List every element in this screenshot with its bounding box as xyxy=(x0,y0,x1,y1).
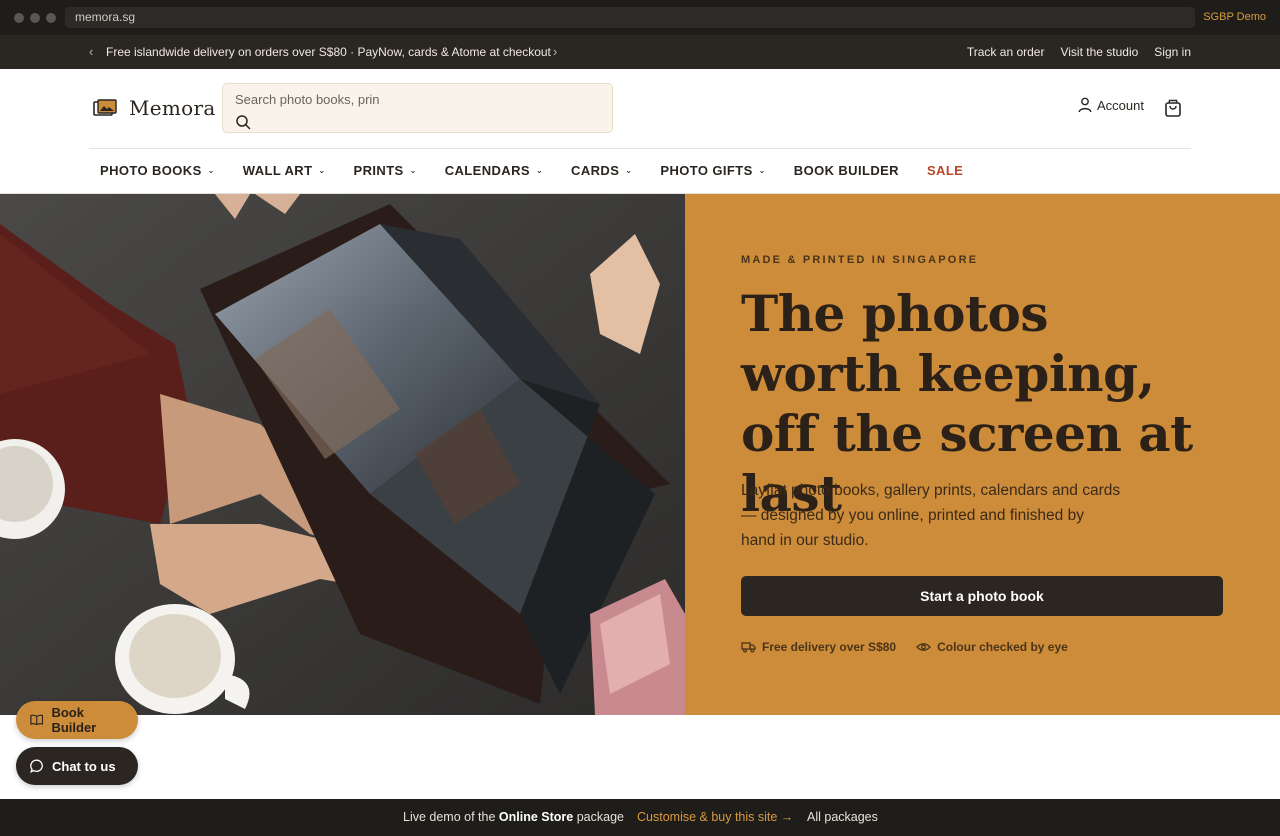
brand-name: Memora xyxy=(129,96,216,120)
announcement-bar: ‹ Free islandwide delivery on orders ove… xyxy=(0,35,1280,69)
chevron-down-icon: ⌄ xyxy=(758,166,766,175)
chevron-down-icon: ⌄ xyxy=(318,166,326,175)
maximize-window-dot[interactable] xyxy=(46,12,56,23)
nav-item-book-builder[interactable]: BOOK BUILDER xyxy=(794,163,899,178)
brand-logo[interactable]: Memora xyxy=(93,96,216,120)
demo-bar: Live demo of the Online Store package Cu… xyxy=(0,799,1280,836)
utility-links: Track an order Visit the studio Sign in xyxy=(967,45,1191,59)
demo-bar-text: Live demo of the Online Store package xyxy=(403,810,624,824)
account-link[interactable]: Account xyxy=(1078,97,1144,113)
hero-panel: MADE & PRINTED IN SINGAPORE The photos w… xyxy=(685,194,1280,715)
nav-item-wall-art[interactable]: WALL ART ⌄ xyxy=(243,163,326,178)
nav-item-cards[interactable]: CARDS ⌄ xyxy=(571,163,632,178)
all-packages-link[interactable]: All packages xyxy=(807,810,878,824)
chevron-down-icon: ⌄ xyxy=(535,166,544,175)
nav-item-sale[interactable]: SALE xyxy=(927,163,963,178)
hero-photo xyxy=(0,194,685,715)
address-bar[interactable]: memora.sg xyxy=(65,7,1195,28)
announcement-prev-arrow[interactable]: ‹ xyxy=(89,44,93,59)
eye-icon xyxy=(916,643,932,651)
shopping-bag-icon[interactable] xyxy=(1164,99,1182,117)
photo-album-illustration xyxy=(0,194,685,715)
demo-package-name: Online Store xyxy=(498,810,574,824)
search-box[interactable] xyxy=(222,83,613,133)
chat-label: Chat to us xyxy=(52,758,116,774)
announcement-next-arrow[interactable]: › xyxy=(553,44,557,59)
hero-eyebrow: MADE & PRINTED IN SINGAPORE xyxy=(741,254,979,266)
chat-floating-button[interactable]: Chat to us xyxy=(16,747,138,785)
book-builder-floating-button[interactable]: Book Builder xyxy=(16,701,138,739)
perk-free-delivery-label: Free delivery over S$80 xyxy=(762,640,897,654)
nav-item-calendars[interactable]: CALENDARS ⌄ xyxy=(445,163,543,178)
perk-colour-checked: Colour checked by eye xyxy=(916,640,1068,654)
hero-description: Layflat photo books, gallery prints, cal… xyxy=(741,482,1121,549)
announcement-message: Free islandwide delivery on orders over … xyxy=(106,45,551,59)
chevron-down-icon: ⌄ xyxy=(409,166,417,175)
hero-perks: Free delivery over S$80 Colour checked b… xyxy=(741,640,1068,654)
start-photo-book-button[interactable]: Start a photo book xyxy=(741,576,1223,616)
visit-studio-link[interactable]: Visit the studio xyxy=(1060,45,1138,59)
delivery-truck-icon xyxy=(741,642,756,653)
customise-buy-link[interactable]: Customise & buy this site → xyxy=(637,810,793,824)
open-book-icon xyxy=(30,714,44,726)
search-input[interactable] xyxy=(235,92,595,107)
photo-frame-logo-icon xyxy=(93,99,117,116)
chat-bubble-icon xyxy=(30,759,43,773)
chevron-down-icon: ⌄ xyxy=(207,166,215,175)
close-window-dot[interactable] xyxy=(14,12,24,23)
search-icon[interactable] xyxy=(235,114,251,130)
chevron-down-icon: ⌄ xyxy=(625,166,633,175)
nav-item-prints[interactable]: PRINTS ⌄ xyxy=(354,163,417,178)
main-nav: PHOTO BOOKS ⌄ WALL ART ⌄ PRINTS ⌄ CALENDARS… xyxy=(0,149,1280,194)
nav-item-photo-books[interactable]: PHOTO BOOKS ⌄ xyxy=(100,163,215,178)
minimize-window-dot[interactable] xyxy=(30,12,40,23)
demo-tag: SGBP Demo xyxy=(1203,11,1266,23)
user-icon xyxy=(1078,97,1092,113)
sign-in-link[interactable]: Sign in xyxy=(1154,45,1191,59)
browser-chrome: memora.sg SGBP Demo xyxy=(0,0,1280,35)
book-builder-label: Book Builder xyxy=(51,705,97,735)
track-order-link[interactable]: Track an order xyxy=(967,45,1045,59)
nav-item-photo-gifts[interactable]: PHOTO GIFTS ⌄ xyxy=(660,163,765,178)
perk-free-delivery: Free delivery over S$80 xyxy=(741,640,896,654)
site-header: Memora Account xyxy=(0,69,1280,149)
window-controls xyxy=(14,12,56,23)
account-label: Account xyxy=(1097,97,1144,113)
hero-section: MADE & PRINTED IN SINGAPORE The photos w… xyxy=(0,194,1280,715)
perk-colour-checked-label: Colour checked by eye xyxy=(937,640,1068,654)
